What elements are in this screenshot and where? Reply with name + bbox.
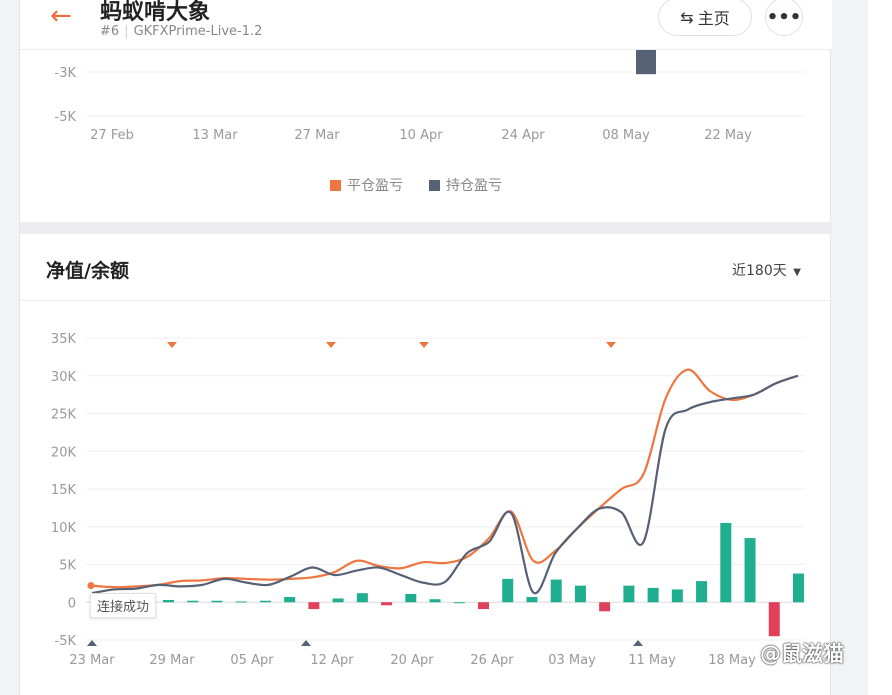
account-card: ← 蚂蚁啃大象 #6 | GKFXPrime-Live-1.2 ⇆ 主页 ••• -… (19, 0, 832, 695)
eq-pl-bar (332, 598, 344, 603)
withdraw-marker-icon (301, 640, 311, 646)
eq-x-tick-label: 29 Mar (149, 653, 195, 668)
subtitle-divider: | (124, 24, 129, 39)
connection-tooltip: 连接成功 (90, 593, 157, 618)
legend-label-open: 持仓盈亏 (446, 178, 502, 194)
account-subtitle: #6 | GKFXPrime-Live-1.2 (100, 24, 262, 39)
eq-pl-bar (453, 602, 465, 604)
eq-x-tick-label: 18 May (708, 653, 756, 668)
eq-pl-bar (744, 538, 756, 603)
period-label: 近180天 (732, 263, 787, 279)
eq-y-tick-label: 20K (51, 445, 77, 460)
eq-pl-bar (429, 599, 441, 603)
eq-x-tick-label: 26 Apr (470, 653, 514, 668)
eq-pl-bar (284, 596, 296, 603)
back-arrow-icon[interactable]: ← (50, 3, 72, 29)
legend-label-closed: 平仓盈亏 (347, 178, 403, 194)
swap-icon: ⇆ (680, 7, 694, 27)
eq-pl-bar (163, 599, 174, 603)
page-title: 蚂蚁啃大象 (100, 0, 211, 25)
pl-y-tick-label: -3K (55, 66, 77, 81)
deposit-marker-icon (167, 342, 177, 348)
eq-x-tick-label: 03 May (548, 653, 596, 668)
eq-y-tick-label: 10K (51, 521, 77, 536)
eq-pl-bar (356, 593, 368, 603)
eq-pl-bar (793, 573, 804, 603)
pl-x-tick-label: 10 Apr (399, 128, 443, 143)
eq-pl-bar (259, 600, 271, 603)
eq-pl-bar (526, 596, 538, 603)
eq-pl-bar (768, 602, 780, 637)
eq-y-tick-label: -5K (55, 634, 77, 649)
eq-y-tick-label: 35K (51, 332, 77, 347)
equity-section-title: 净值/余额 (46, 260, 129, 282)
pl-x-tick-label: 27 Feb (90, 128, 134, 143)
page-header: ← 蚂蚁啃大象 #6 | GKFXPrime-Live-1.2 ⇆ 主页 ••• (20, 0, 832, 50)
eq-x-tick-label: 23 Mar (69, 653, 115, 668)
eq-y-tick-label: 5K (59, 559, 76, 574)
section-separator (20, 222, 832, 234)
eq-pl-bar (502, 578, 514, 603)
pl-x-tick-label: 08 May (602, 128, 650, 143)
more-button[interactable]: ••• (765, 0, 803, 36)
eq-pl-bar (574, 585, 586, 603)
more-icon: ••• (766, 6, 802, 28)
withdraw-marker-icon (633, 640, 643, 646)
eq-y-tick-label: 25K (51, 408, 77, 423)
server-label: GKFXPrime-Live-1.2 (133, 24, 263, 39)
eq-pl-bar (671, 589, 683, 603)
pl-x-tick-label: 27 Mar (294, 128, 340, 143)
equity-line (91, 368, 799, 589)
pl-x-tick-label: 22 May (704, 128, 752, 143)
eq-x-tick-label: 20 Apr (390, 653, 434, 668)
caret-down-icon: ▼ (793, 267, 801, 278)
eq-pl-bar (623, 585, 635, 603)
eq-y-tick-label: 0 (68, 596, 76, 611)
legend-swatch-closed (330, 179, 341, 191)
eq-y-tick-label: 30K (51, 370, 77, 385)
eq-pl-bar (187, 600, 199, 603)
eq-pl-bar (696, 581, 708, 603)
eq-x-tick-label: 12 Apr (310, 653, 354, 668)
rank-label: #6 (100, 24, 120, 39)
deposit-marker-icon (606, 342, 616, 348)
pl-x-tick-label: 24 Apr (501, 128, 545, 143)
legend-item-closed-pl[interactable]: 平仓盈亏 (330, 175, 403, 195)
pl-x-tick-label: 13 Mar (192, 128, 238, 143)
eq-pl-bar (720, 522, 732, 603)
deposit-marker-icon (326, 342, 336, 348)
eq-x-tick-label: 05 Apr (230, 653, 274, 668)
eq-pl-bar (308, 602, 320, 610)
eq-pl-bar (381, 602, 393, 606)
period-selector[interactable]: 近180天 ▼ (732, 260, 801, 280)
eq-pl-bar (647, 587, 659, 603)
eq-pl-bar (599, 602, 611, 612)
equity-start-point (87, 582, 95, 590)
eq-pl-bar (550, 579, 562, 603)
eq-y-tick-label: 15K (51, 483, 77, 498)
watermark: @鼠滋猫 (760, 642, 844, 666)
equity-chart: 35K 30K 25K 20K 15K 10K 5K 0 -5K 23 Mar 29 Mar 05 … (51, 332, 805, 668)
legend-item-open-pl[interactable]: 持仓盈亏 (429, 175, 502, 195)
home-button[interactable]: ⇆ 主页 (658, 0, 752, 36)
deposit-marker-icon (419, 342, 429, 348)
withdraw-marker-icon (87, 640, 97, 646)
eq-pl-bar (478, 602, 489, 610)
eq-pl-bar (405, 593, 417, 603)
legend-swatch-open (429, 179, 440, 191)
eq-pl-bar (235, 601, 247, 603)
pl-legend: 平仓盈亏 持仓盈亏 (330, 175, 502, 195)
balance-line (91, 374, 799, 595)
eq-pl-bar (211, 600, 223, 603)
pl-y-tick-label: -5K (55, 110, 77, 125)
right-side-panel (868, 0, 892, 695)
eq-x-tick-label: 11 May (628, 653, 676, 668)
home-button-label: 主页 (697, 9, 730, 28)
